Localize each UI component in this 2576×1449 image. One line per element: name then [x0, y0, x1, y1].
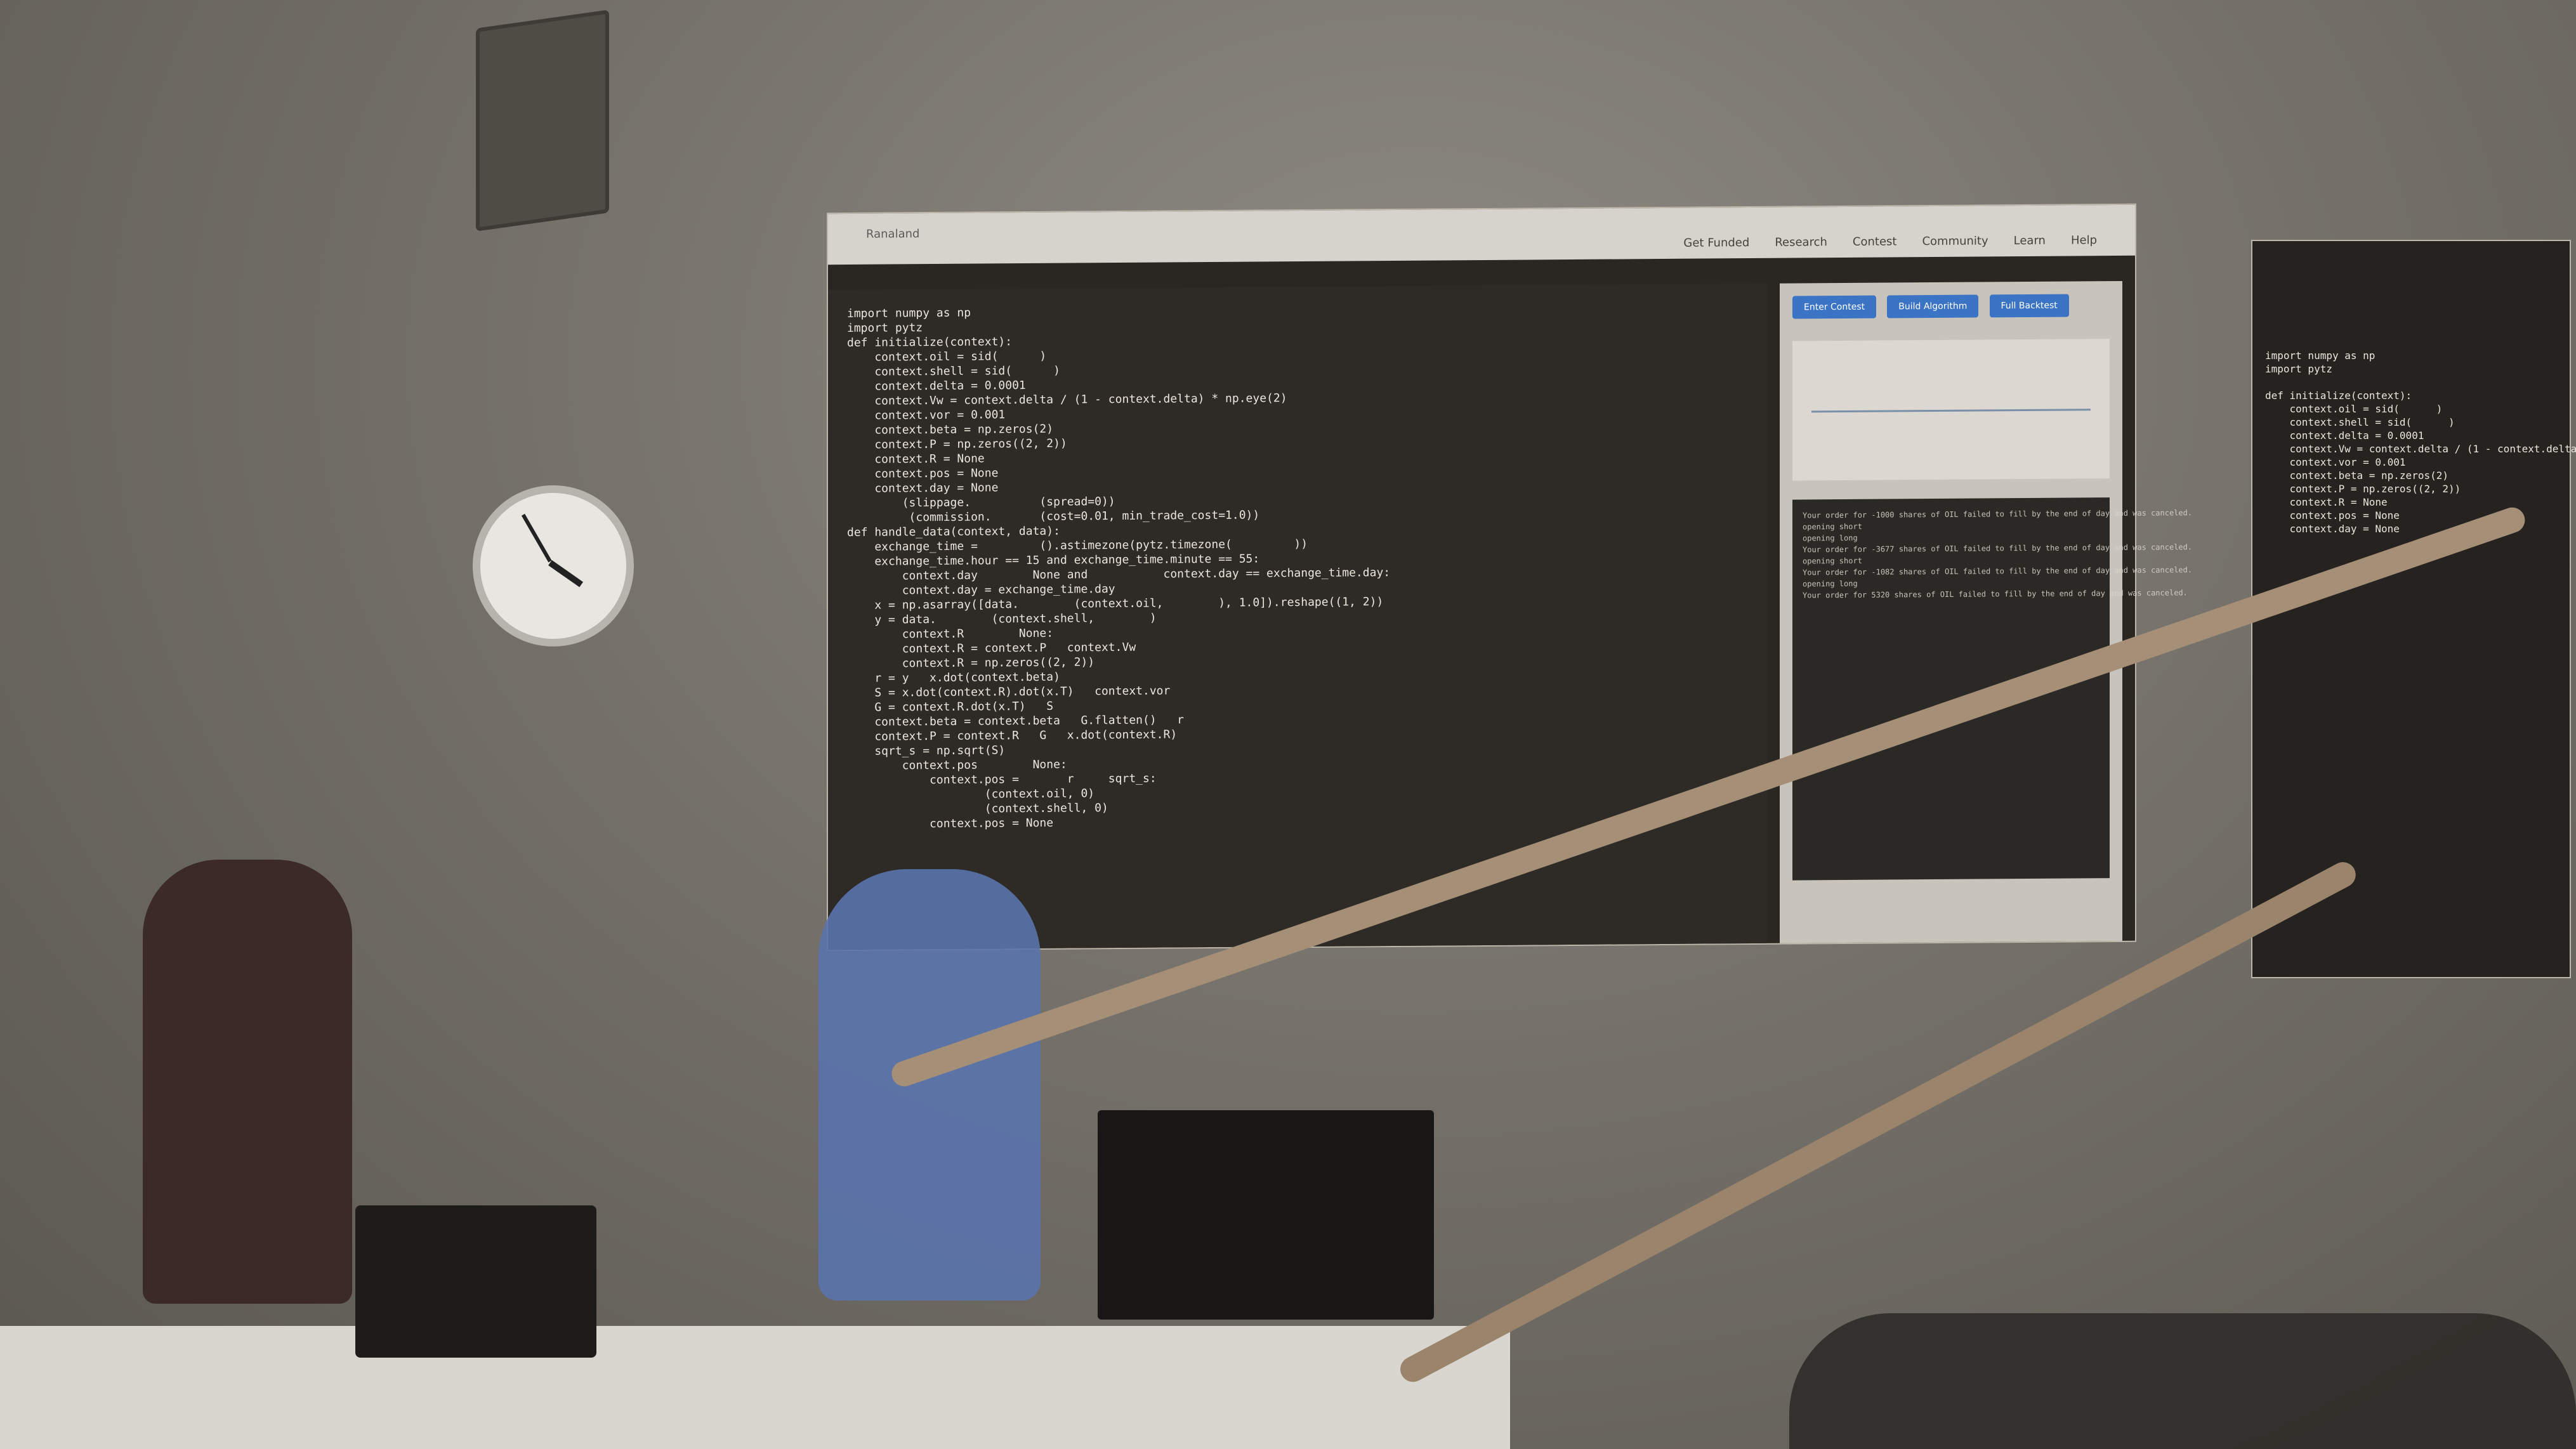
projected-browser-window: Ranaland Get Funded Research Contest Com… — [828, 204, 2192, 950]
nav-research[interactable]: Research — [1775, 235, 1827, 249]
nav-get-funded[interactable]: Get Funded — [1683, 236, 1749, 250]
code-editor[interactable]: import numpy as np import pytz def initial… — [828, 283, 1767, 950]
second-screen-code: import numpy as np import pytz def initi… — [2265, 350, 2576, 535]
audience-silhouettes — [1789, 1313, 2576, 1449]
person-walking-center — [818, 869, 1041, 1301]
nav-help[interactable]: Help — [2071, 233, 2097, 247]
presentation-desk — [0, 1326, 1510, 1449]
backtest-panel: Enter Contest Build Algorithm Full Backt… — [1780, 280, 2192, 943]
clock-minute-hand — [521, 513, 552, 563]
backtest-chart — [1792, 339, 2110, 481]
podium-monitor — [1098, 1110, 1434, 1320]
build-algorithm-button[interactable]: Build Algorithm — [1887, 294, 1979, 318]
log-output: Your order for -1000 shares of OIL faile… — [1792, 497, 2192, 881]
laptop — [355, 1205, 596, 1358]
nav-learn[interactable]: Learn — [2014, 234, 2046, 247]
log-line: Your order for 5320 shares of OIL failed… — [1803, 588, 2188, 600]
nav-contest[interactable]: Contest — [1853, 235, 1897, 248]
performance-line — [1811, 409, 2091, 413]
wall-speaker — [476, 10, 609, 232]
wall-clock — [473, 485, 634, 646]
clock-hour-hand — [548, 560, 584, 587]
enter-contest-button[interactable]: Enter Contest — [1792, 295, 1877, 319]
person-standing-left — [143, 860, 352, 1304]
site-title: Ranaland — [866, 227, 920, 241]
second-projection-screen: import numpy as np import pytz def initi… — [2252, 241, 2576, 977]
full-backtest-button[interactable]: Full Backtest — [1989, 294, 2069, 318]
nav-community[interactable]: Community — [1922, 234, 1988, 248]
